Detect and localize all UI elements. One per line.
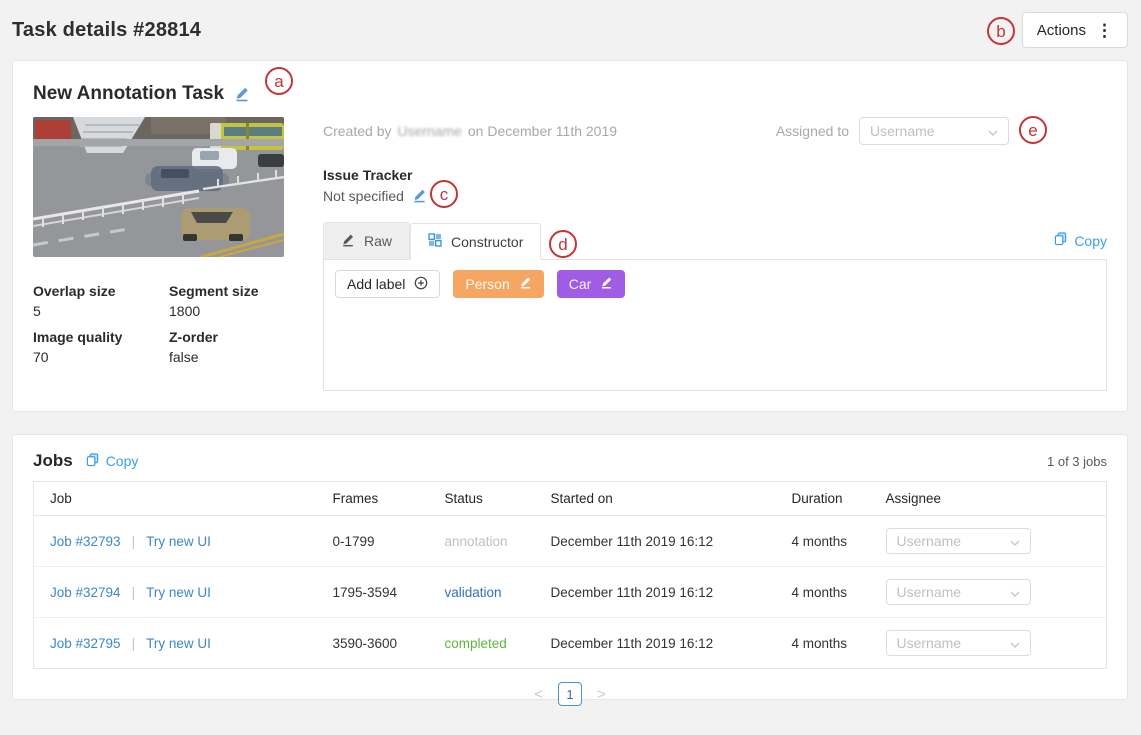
task-preview-image bbox=[33, 117, 284, 257]
page-title: Task details #28814 bbox=[12, 19, 201, 42]
separator: | bbox=[132, 585, 136, 600]
build-blocks-icon bbox=[428, 233, 442, 250]
param-image-quality: Image quality 70 bbox=[33, 327, 169, 367]
status-value: annotation bbox=[429, 516, 535, 567]
jobs-title: Jobs bbox=[33, 451, 73, 471]
created-by-text: Created by Username on December 11th 201… bbox=[323, 123, 617, 139]
table-row: Job #32795 | Try new UI 3590-3600 complete… bbox=[34, 618, 1107, 669]
frames-value: 3590-3600 bbox=[317, 618, 429, 669]
jobs-count: 1 of 3 jobs bbox=[1047, 454, 1107, 469]
table-row: Job #32793|Try new UI 0-1799 annotation … bbox=[34, 516, 1107, 567]
task-summary-column: New Annotation Task bbox=[33, 81, 285, 391]
edit-task-name-icon[interactable] bbox=[234, 86, 250, 102]
jobs-card: Jobs Copy 1 of 3 jobs Job Frames Status … bbox=[12, 434, 1128, 700]
pencil-icon bbox=[600, 276, 613, 292]
add-label-button[interactable]: Add label bbox=[335, 270, 440, 298]
task-name: New Annotation Task bbox=[33, 83, 224, 105]
issue-tracker-value: Not specified bbox=[323, 188, 404, 204]
try-new-ui-link[interactable]: Try new UI bbox=[146, 636, 211, 651]
started-on-value: December 11th 2019 16:12 bbox=[535, 618, 776, 669]
tab-raw[interactable]: Raw bbox=[323, 222, 410, 259]
pencil-icon bbox=[519, 276, 532, 292]
chevron-down-icon bbox=[1010, 584, 1020, 600]
separator: | bbox=[132, 534, 136, 549]
label-chip-person[interactable]: Person bbox=[453, 270, 543, 298]
top-bar: Task details #28814 Actions ⋮ bbox=[0, 0, 1141, 60]
try-new-ui-link[interactable]: Try new UI bbox=[146, 534, 211, 549]
copy-jobs-link[interactable]: Copy bbox=[86, 453, 139, 470]
duration-value: 4 months bbox=[776, 567, 870, 618]
started-on-value: December 11th 2019 16:12 bbox=[535, 567, 776, 618]
job-link[interactable]: Job #32794 bbox=[50, 585, 121, 600]
frames-value: 1795-3594 bbox=[317, 567, 429, 618]
callout-e: e bbox=[1019, 116, 1047, 144]
job-link[interactable]: Job #32793 bbox=[50, 534, 121, 549]
created-date: December 11th 2019 bbox=[487, 123, 617, 139]
pagination: < 1 > bbox=[33, 682, 1107, 706]
task-parameters: Overlap size 5 Segment size 1800 Image q… bbox=[33, 281, 285, 367]
try-new-ui-link[interactable]: Try new UI bbox=[146, 585, 211, 600]
table-header-row: Job Frames Status Started on Duration As… bbox=[34, 482, 1107, 516]
edit-issue-tracker-icon[interactable] bbox=[412, 188, 428, 204]
column-status: Status bbox=[429, 482, 535, 516]
assignee-select[interactable]: Username bbox=[859, 117, 1009, 145]
prev-page-button[interactable]: < bbox=[534, 687, 543, 702]
assignee-select[interactable]: Username bbox=[886, 579, 1031, 605]
status-value: validation bbox=[429, 567, 535, 618]
labels-constructor-panel: Add label Person Car bbox=[323, 259, 1107, 391]
callout-a: a bbox=[265, 67, 293, 95]
separator: | bbox=[132, 636, 136, 651]
started-on-value: December 11th 2019 16:12 bbox=[535, 516, 776, 567]
param-z-order: Z-order false bbox=[169, 327, 285, 367]
job-link[interactable]: Job #32795 bbox=[50, 636, 121, 651]
callout-b: b bbox=[987, 17, 1015, 45]
actions-button-label: Actions bbox=[1037, 22, 1086, 39]
ellipsis-vertical-icon: ⋮ bbox=[1096, 22, 1113, 39]
frames-value: 0-1799 bbox=[317, 516, 429, 567]
copy-icon bbox=[86, 453, 99, 470]
tab-constructor[interactable]: Constructor bbox=[410, 223, 541, 260]
labels-tabs: Raw Constructor bbox=[323, 222, 1107, 259]
column-frames: Frames bbox=[317, 482, 429, 516]
copy-labels-link[interactable]: Copy bbox=[1054, 232, 1107, 249]
status-value: completed bbox=[429, 618, 535, 669]
column-assignee: Assignee bbox=[870, 482, 1107, 516]
copy-icon bbox=[1054, 232, 1067, 249]
column-job: Job bbox=[34, 482, 317, 516]
label-chip-car[interactable]: Car bbox=[557, 270, 626, 298]
table-row: Job #32794 | Try new UI 1795-3594 validati… bbox=[34, 567, 1107, 618]
duration-value: 4 months bbox=[776, 516, 870, 567]
page-1-button[interactable]: 1 bbox=[558, 682, 582, 706]
next-page-button[interactable]: > bbox=[597, 687, 606, 702]
task-detail-column: Created by Username on December 11th 201… bbox=[323, 81, 1107, 391]
duration-value: 4 months bbox=[776, 618, 870, 669]
pencil-icon bbox=[341, 233, 355, 250]
column-started-on: Started on bbox=[535, 482, 776, 516]
creator-username: Username bbox=[397, 123, 462, 139]
param-overlap-size: Overlap size 5 bbox=[33, 281, 169, 321]
callout-d: d bbox=[549, 230, 577, 258]
column-duration: Duration bbox=[776, 482, 870, 516]
assignee-select[interactable]: Username bbox=[886, 630, 1031, 656]
actions-button[interactable]: Actions ⋮ bbox=[1022, 12, 1128, 48]
assignee-select[interactable]: Username bbox=[886, 528, 1031, 554]
jobs-table: Job Frames Status Started on Duration As… bbox=[33, 481, 1107, 669]
param-segment-size: Segment size 1800 bbox=[169, 281, 285, 321]
callout-c: c bbox=[430, 180, 458, 208]
plus-circle-icon bbox=[414, 276, 428, 293]
chevron-down-icon bbox=[1010, 533, 1020, 549]
chevron-down-icon bbox=[1010, 635, 1020, 651]
assigned-to-label: Assigned to bbox=[776, 123, 849, 139]
chevron-down-icon bbox=[988, 123, 998, 139]
